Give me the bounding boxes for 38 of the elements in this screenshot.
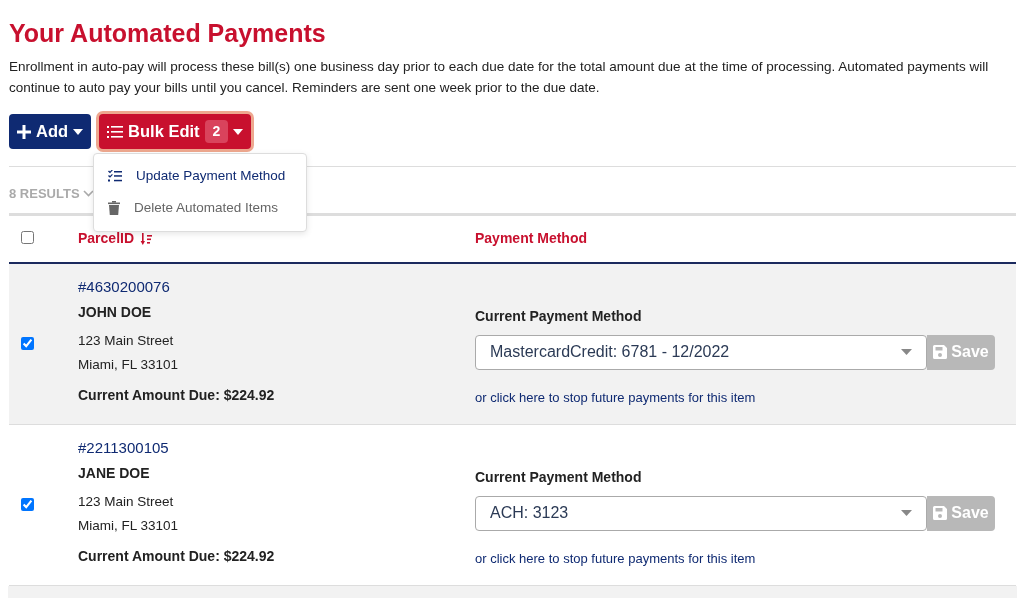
chevron-down-icon — [82, 190, 94, 198]
caret-icon — [901, 349, 912, 355]
amount-due: Current Amount Due: $224.92 — [78, 546, 276, 566]
amount-due: Current Amount Due: $224.92 — [78, 385, 276, 405]
column-header: Payment Method — [475, 229, 587, 248]
count-badge: 2 — [204, 120, 229, 143]
bulk-edit-button[interactable]: Bulk Edit 2 — [99, 114, 252, 149]
caret-icon — [233, 128, 244, 135]
owner-name: JANE DOE — [78, 463, 151, 483]
menu-item[interactable]: Update Payment Method — [94, 160, 306, 193]
field-label: Current Payment Method — [475, 306, 643, 326]
stop-payments-link[interactable]: or click here to stop future payments for this item — [475, 387, 756, 407]
trash-icon — [108, 201, 120, 216]
payment-method-select[interactable]: MastercardCredit: 6781 - 12/2022 — [475, 334, 927, 370]
plus-icon — [17, 124, 31, 139]
field-label: Current Payment Method — [475, 467, 643, 487]
row-checkbox[interactable] — [21, 498, 34, 511]
parcel-id-link[interactable]: #2211300105 — [78, 438, 475, 457]
column-header[interactable]: ParcelID — [78, 228, 135, 249]
sort-icon[interactable] — [140, 232, 153, 245]
owner-name: JOHN DOE — [78, 302, 153, 322]
row-checkbox[interactable] — [21, 337, 34, 350]
address-line: 123 Main Street — [78, 492, 175, 511]
parcel-id-link[interactable]: #4630200076 — [78, 277, 475, 296]
caret-icon — [901, 510, 912, 516]
caret-icon — [73, 128, 84, 135]
add-button[interactable]: Add — [9, 114, 92, 149]
payment-method-select[interactable]: ACH: 3123 — [475, 495, 927, 531]
stop-payments-link[interactable]: or click here to stop future payments for this item — [475, 548, 756, 568]
address-line: Miami, FL 33101 — [78, 355, 180, 374]
results-count: 8 RESULTS — [9, 185, 80, 203]
address-line: Miami, FL 33101 — [78, 516, 180, 535]
select-all-checkbox[interactable] — [21, 230, 34, 244]
page-title: Your Automated Payments — [9, 18, 327, 48]
intro-text: Enrollment in auto-pay will process these bill(s) one business day prior to each due date for the total amount due at the time of processing. Automated payments will continue to auto pay your bills until you cancel. Reminders are sent one week prior to the due date. — [9, 58, 990, 97]
list-icon — [107, 124, 124, 139]
address-line: 123 Main Street — [78, 331, 175, 350]
checklist-icon — [108, 170, 122, 183]
